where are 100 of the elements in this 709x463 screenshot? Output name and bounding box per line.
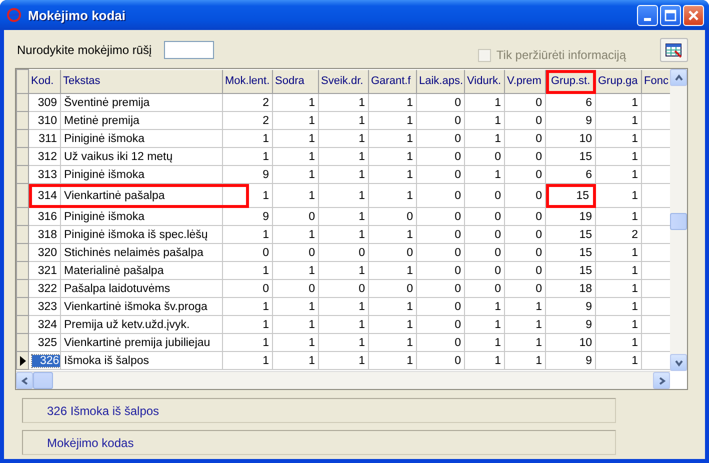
table-cell: 0 [368, 208, 416, 226]
table-cell: 311 [28, 130, 60, 148]
column-header[interactable]: Laik.aps. [416, 70, 464, 94]
table-cell: 19 [546, 208, 596, 226]
table-cell: 15 [546, 262, 596, 280]
table-cell: 1 [596, 244, 642, 262]
table-cell: 0 [416, 166, 464, 184]
table-cell: 0 [416, 130, 464, 148]
table-cell: 0 [504, 112, 546, 130]
minimize-icon [644, 18, 651, 20]
table-cell: 1 [222, 298, 272, 316]
column-header[interactable]: Sveik.dr. [318, 70, 368, 94]
table-cell: Materialinė pašalpa [60, 262, 222, 280]
table-cell: 2 [596, 226, 642, 244]
table-cell: 0 [504, 226, 546, 244]
table-cell: 1 [464, 166, 504, 184]
table-cell: 321 [28, 262, 60, 280]
table-cell: 1 [272, 148, 318, 166]
table-cell: 9 [222, 166, 272, 184]
table-cell: 309 [28, 94, 60, 112]
column-header[interactable]: Vidurk. [464, 70, 504, 94]
table-cell: 1 [596, 280, 642, 298]
scroll-thumb[interactable] [670, 213, 687, 230]
column-header[interactable]: Grup.ga [596, 70, 642, 94]
table-cell: 1 [318, 148, 368, 166]
maximize-button[interactable] [660, 4, 681, 26]
table-cell: 9 [546, 352, 596, 370]
table-cell: 0 [222, 280, 272, 298]
export-button[interactable] [660, 38, 688, 62]
vertical-scrollbar[interactable] [670, 69, 687, 371]
table-cell: 15 [546, 226, 596, 244]
horizontal-scrollbar[interactable] [16, 371, 670, 389]
table-cell: 0 [416, 334, 464, 352]
table-cell: 0 [464, 280, 504, 298]
table-cell: 18 [546, 280, 596, 298]
column-header[interactable]: V.prem [504, 70, 546, 94]
column-header[interactable]: Garant.f [368, 70, 416, 94]
table-cell: 9 [546, 316, 596, 334]
table-cell: 1 [596, 148, 642, 166]
table-cell: 1 [368, 130, 416, 148]
column-header[interactable]: Mok.lent. [222, 70, 272, 94]
table-cell: 2 [222, 112, 272, 130]
table-cell: 1 [272, 112, 318, 130]
table-cell: 0 [464, 148, 504, 166]
table-cell: 0 [504, 184, 546, 208]
table-cell: 1 [596, 94, 642, 112]
table-cell: 1 [318, 166, 368, 184]
table-cell: 10 [546, 130, 596, 148]
table-cell: 1 [222, 262, 272, 280]
table-cell: 1 [368, 166, 416, 184]
table-cell: Piniginė išmoka [60, 166, 222, 184]
table-cell: 0 [272, 244, 318, 262]
table-cell: 1 [368, 184, 416, 208]
table-cell: 1 [272, 334, 318, 352]
table-cell: 0 [464, 208, 504, 226]
table-cell: 1 [464, 298, 504, 316]
table-cell: 326 [28, 352, 60, 370]
table-cell: 1 [464, 334, 504, 352]
close-button[interactable] [683, 4, 704, 26]
table-cell: 1 [368, 112, 416, 130]
table-cell: 312 [28, 148, 60, 166]
table-cell: 0 [416, 184, 464, 208]
table-cell: 1 [318, 298, 368, 316]
table-cell: Pašalpa laidotuvėms [60, 280, 222, 298]
table-cell: 1 [318, 208, 368, 226]
minimize-button[interactable] [637, 4, 658, 26]
column-header[interactable]: Fonc [642, 70, 670, 94]
table-cell: 1 [318, 262, 368, 280]
table-cell: 1 [368, 148, 416, 166]
column-header[interactable]: Kod. [28, 70, 60, 94]
table-cell: 324 [28, 316, 60, 334]
column-header[interactable]: Tekstas [60, 70, 222, 94]
table-cell: 1 [464, 112, 504, 130]
table-cell: 1 [596, 184, 642, 208]
table-cell: 0 [416, 94, 464, 112]
table-cell: 0 [416, 226, 464, 244]
table-cell: 0 [318, 280, 368, 298]
column-header[interactable]: Sodra [272, 70, 318, 94]
table-cell: 2 [222, 94, 272, 112]
table-cell: 325 [28, 334, 60, 352]
table-cell: 0 [504, 262, 546, 280]
scroll-thumb[interactable] [33, 372, 53, 389]
table-cell: 0 [416, 112, 464, 130]
table-cell: 1 [464, 94, 504, 112]
row-selector[interactable] [16, 352, 28, 370]
table-cell: 1 [596, 298, 642, 316]
table-cell: 1 [504, 298, 546, 316]
table-cell: 1 [318, 226, 368, 244]
table-cell: 0 [504, 244, 546, 262]
table-cell: 15 [546, 148, 596, 166]
table-cell: 1 [272, 184, 318, 208]
table-cell: 0 [272, 208, 318, 226]
table-cell: 1 [222, 226, 272, 244]
payment-type-field[interactable] [164, 41, 214, 59]
table-cell: 0 [464, 184, 504, 208]
table-cell: 0 [416, 298, 464, 316]
table-cell: Piniginė išmoka iš spec.lėšų [60, 226, 222, 244]
table-cell: 1 [272, 226, 318, 244]
table-cell: Šventinė premija [60, 94, 222, 112]
table-cell: 6 [546, 94, 596, 112]
